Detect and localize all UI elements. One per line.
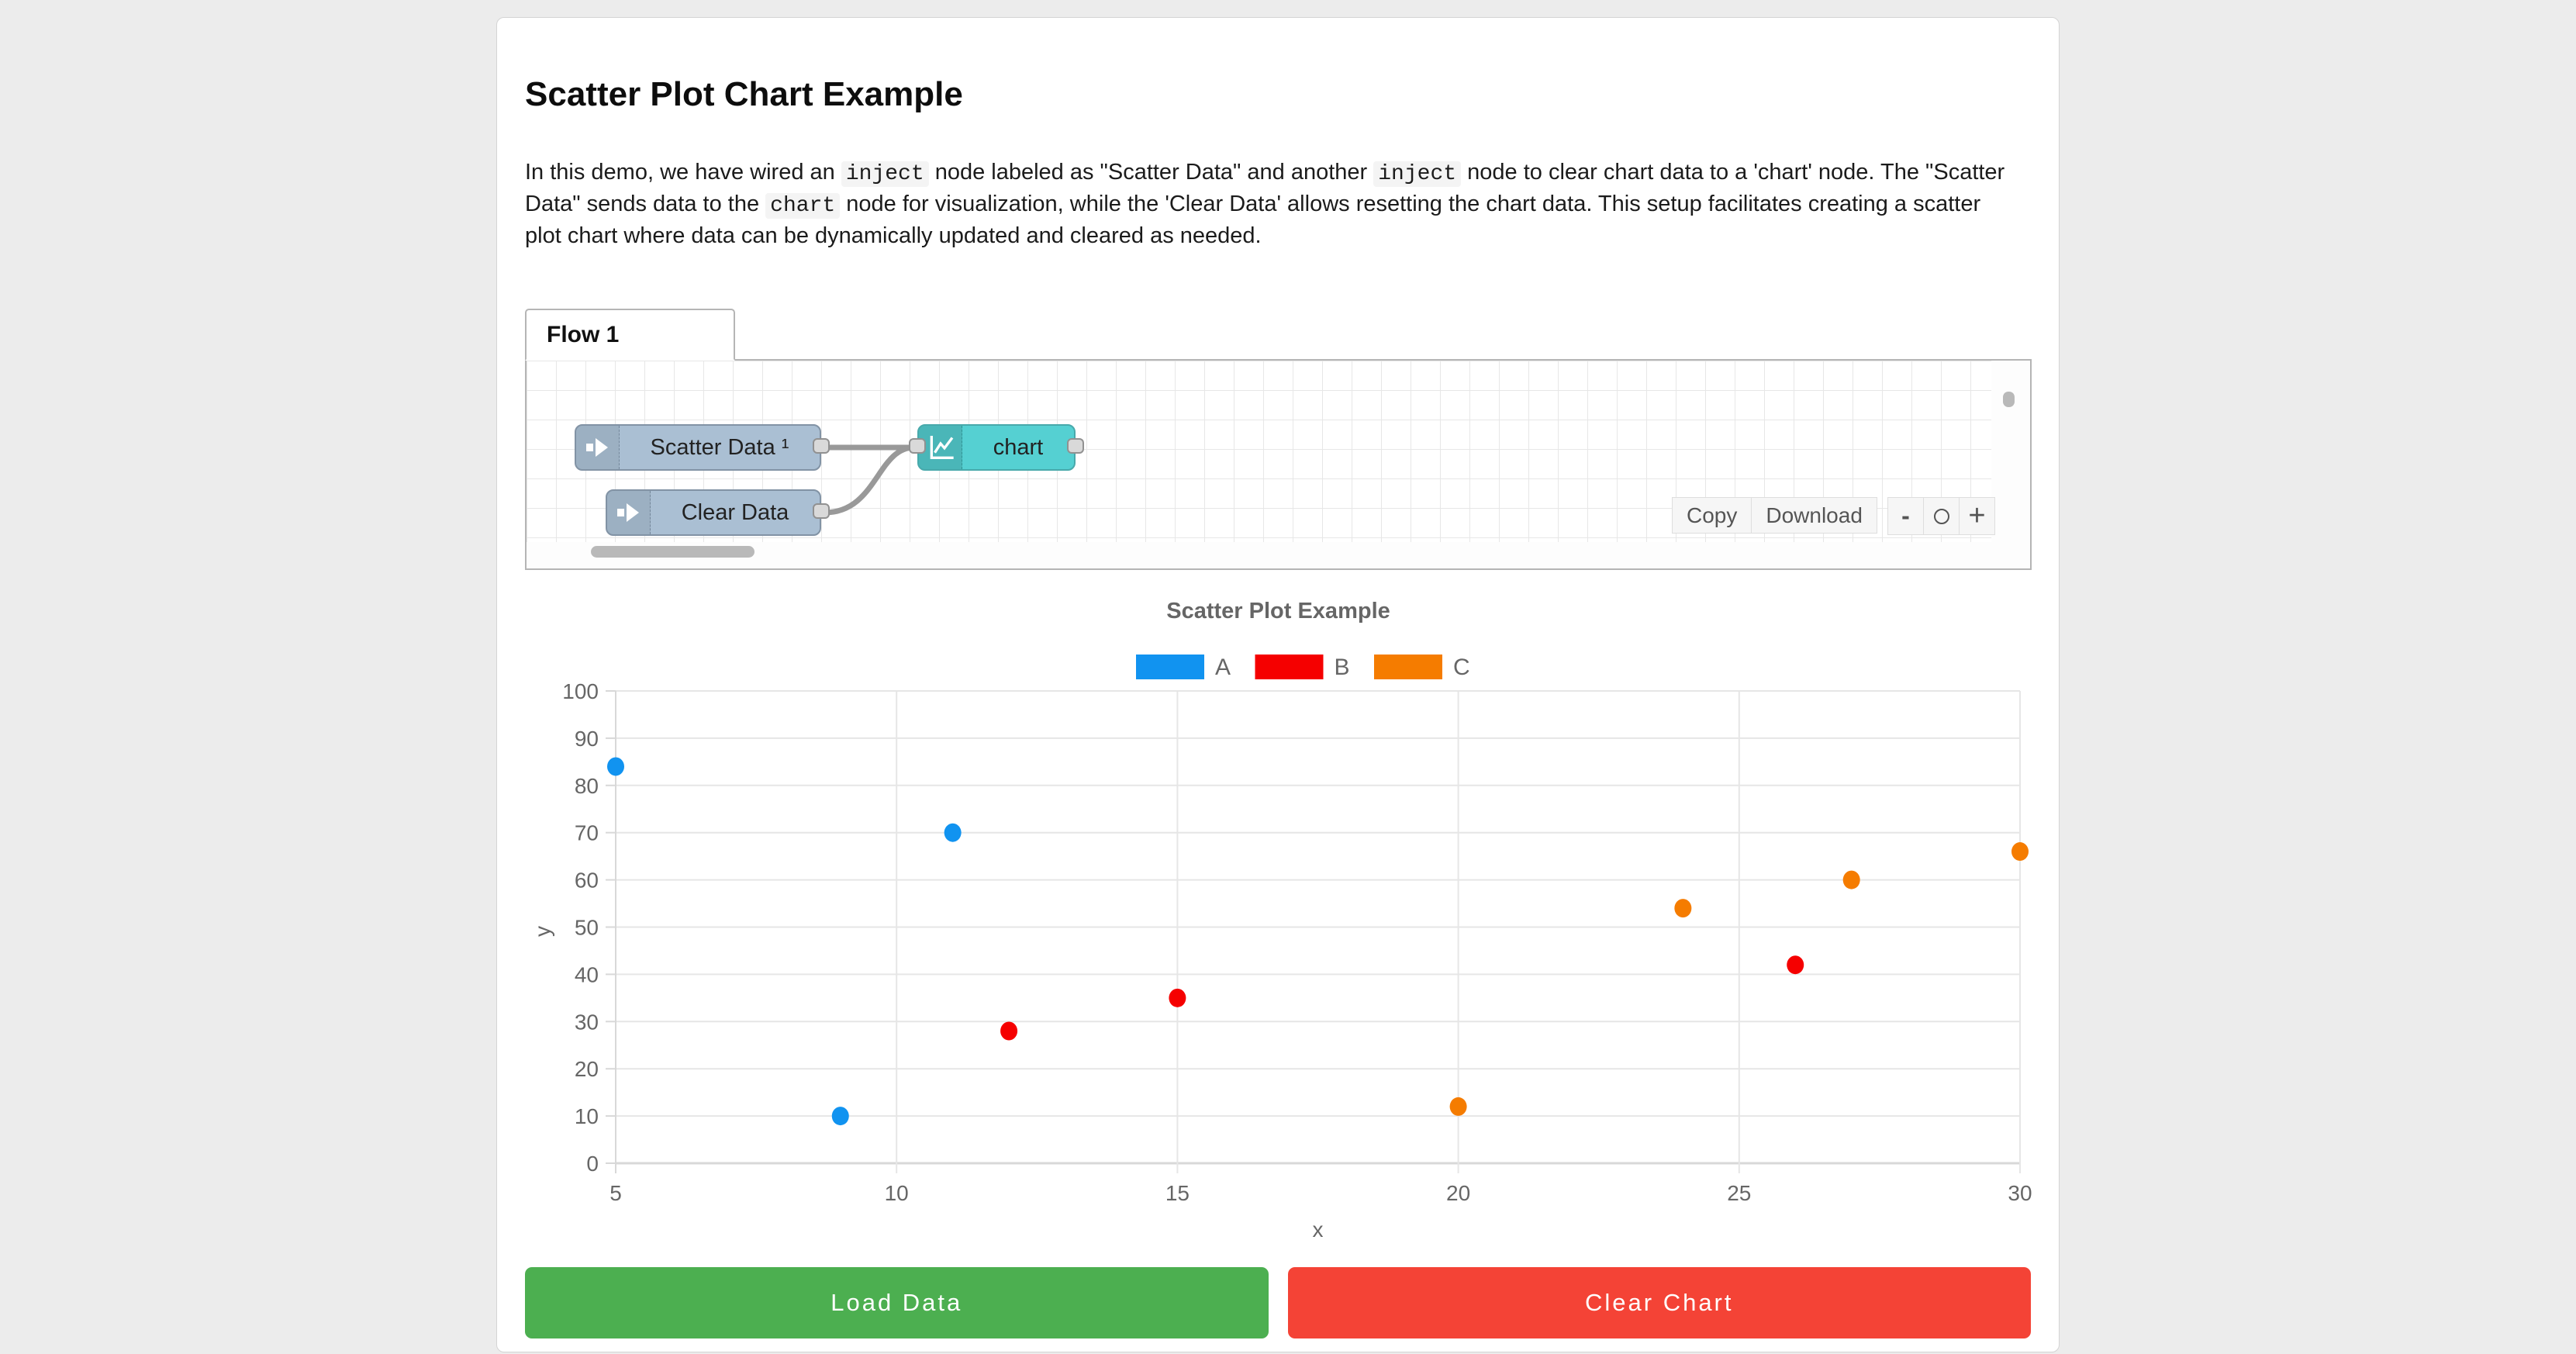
download-button[interactable]: Download bbox=[1751, 497, 1877, 534]
y-tick-label: 10 bbox=[575, 1104, 599, 1128]
node-chart[interactable]: chart bbox=[917, 424, 1076, 471]
page-card: Scatter Plot Chart Example In this demo,… bbox=[496, 17, 2060, 1352]
legend-swatch bbox=[1255, 655, 1324, 679]
node-clear-data[interactable]: Clear Data bbox=[606, 489, 821, 536]
load-data-button[interactable]: Load Data bbox=[525, 1267, 1269, 1338]
x-tick-label: 15 bbox=[1165, 1181, 1190, 1205]
flow-canvas: Scatter Data ¹ Clear Data chart bbox=[525, 359, 2032, 570]
node-label: Scatter Data ¹ bbox=[620, 426, 820, 469]
flow-tab[interactable]: Flow 1 bbox=[525, 309, 735, 361]
y-tick-label: 80 bbox=[575, 774, 599, 798]
data-point-C bbox=[1450, 1097, 1467, 1116]
legend-item[interactable]: C bbox=[1374, 655, 1470, 680]
data-point-C bbox=[1674, 899, 1691, 917]
data-point-C bbox=[2011, 842, 2029, 861]
x-tick-label: 10 bbox=[885, 1181, 909, 1205]
x-axis-title: x bbox=[1313, 1218, 1324, 1242]
intro-text: In this demo, we have wired an bbox=[525, 160, 841, 185]
inline-code: inject bbox=[1373, 161, 1461, 187]
inline-code: inject bbox=[841, 161, 929, 187]
chart-title: Scatter Plot Example bbox=[1166, 599, 1390, 623]
data-point-B bbox=[1787, 955, 1804, 974]
y-tick-label: 30 bbox=[575, 1010, 599, 1034]
scatter-chart: Scatter Plot Example A B C 0 10 20 30 40 50 60 70 80… bbox=[525, 570, 2032, 1251]
x-tick-label: 25 bbox=[1727, 1181, 1751, 1205]
flow-export-toolbar: Copy Download bbox=[1672, 497, 1877, 534]
legend-swatch bbox=[1374, 655, 1442, 679]
flow-tab-label: Flow 1 bbox=[547, 322, 619, 348]
y-tick-label: 90 bbox=[575, 727, 599, 751]
legend-item[interactable]: A bbox=[1136, 655, 1231, 680]
legend-label: C bbox=[1453, 655, 1470, 680]
data-point-A bbox=[607, 757, 624, 775]
legend-label: A bbox=[1215, 655, 1231, 680]
y-tick-label: 100 bbox=[562, 679, 599, 703]
zoom-out-button[interactable]: - bbox=[1887, 497, 1924, 535]
output-port[interactable] bbox=[813, 438, 830, 454]
y-tick-label: 0 bbox=[586, 1152, 599, 1176]
legend-item[interactable]: B bbox=[1255, 655, 1350, 680]
zoom-reset-button[interactable] bbox=[1923, 497, 1960, 535]
inject-arrow-icon bbox=[607, 491, 651, 534]
data-point-A bbox=[832, 1107, 849, 1125]
x-tick-label: 20 bbox=[1446, 1181, 1470, 1205]
data-point-A bbox=[944, 824, 962, 842]
y-tick-label: 40 bbox=[575, 962, 599, 986]
vertical-scrollbar-thumb[interactable] bbox=[2003, 392, 2015, 407]
node-scatter-data[interactable]: Scatter Data ¹ bbox=[575, 424, 821, 471]
node-label: chart bbox=[962, 426, 1074, 469]
horizontal-scrollbar-thumb[interactable] bbox=[591, 546, 754, 558]
inline-code: chart bbox=[765, 193, 840, 219]
legend-swatch bbox=[1136, 655, 1204, 679]
y-axis-title: y bbox=[530, 926, 554, 937]
zoom-in-button[interactable]: + bbox=[1959, 497, 1995, 535]
data-point-B bbox=[1169, 989, 1186, 1007]
y-tick-label: 70 bbox=[575, 821, 599, 845]
intro-text: node labeled as "Scatter Data" and anoth… bbox=[929, 160, 1374, 185]
y-tick-label: 60 bbox=[575, 869, 599, 893]
flow-zoom-toolbar: - + bbox=[1887, 497, 1995, 535]
y-tick-label: 50 bbox=[575, 916, 599, 940]
circle-icon bbox=[1934, 509, 1949, 524]
output-port[interactable] bbox=[1067, 438, 1084, 454]
x-tick-label: 5 bbox=[609, 1181, 622, 1205]
legend-label: B bbox=[1335, 655, 1350, 680]
action-button-row: Load Data Clear Chart bbox=[525, 1267, 2031, 1338]
data-point-C bbox=[1843, 871, 1860, 889]
input-port[interactable] bbox=[909, 438, 926, 454]
data-point-B bbox=[1000, 1021, 1017, 1040]
intro-paragraph: In this demo, we have wired an inject no… bbox=[525, 157, 2022, 251]
y-tick-label: 20 bbox=[575, 1057, 599, 1081]
output-port[interactable] bbox=[813, 503, 830, 519]
x-tick-label: 30 bbox=[2008, 1181, 2032, 1205]
page-title: Scatter Plot Chart Example bbox=[525, 75, 2031, 114]
copy-button[interactable]: Copy bbox=[1672, 497, 1752, 534]
node-label: Clear Data bbox=[651, 491, 820, 534]
inject-arrow-icon bbox=[576, 426, 620, 469]
clear-chart-button[interactable]: Clear Chart bbox=[1288, 1267, 2032, 1338]
